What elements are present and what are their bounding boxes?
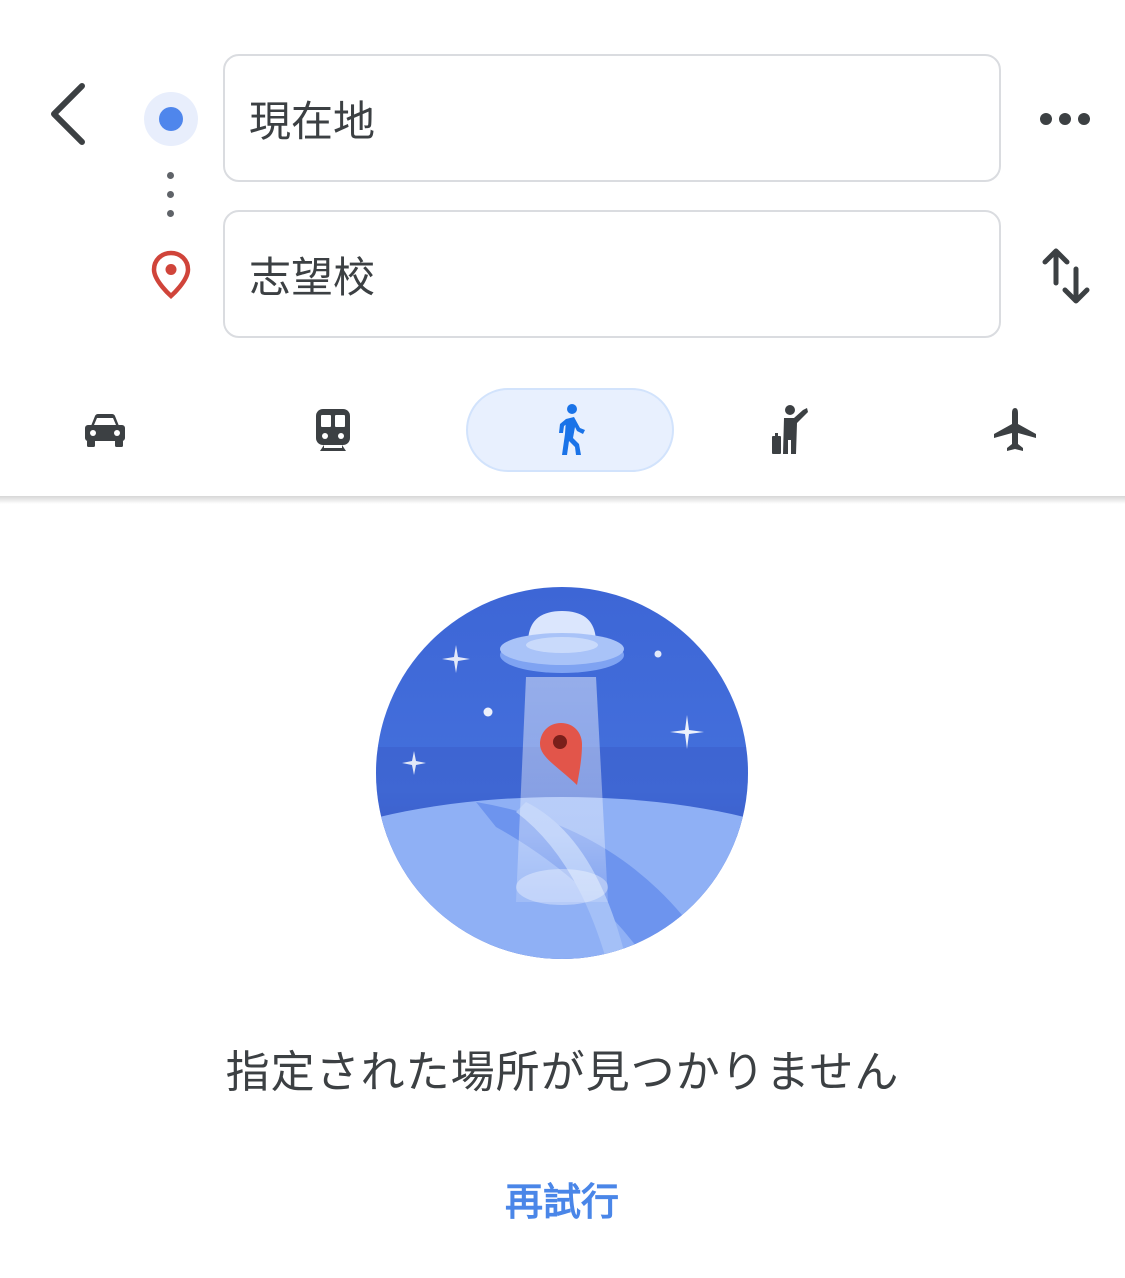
airplane-icon (994, 408, 1036, 451)
route-connector-dots (167, 172, 175, 220)
tab-flight[interactable] (970, 388, 1060, 472)
more-horiz-icon (1040, 113, 1090, 125)
destination-pin-icon (151, 250, 191, 300)
origin-input[interactable] (223, 54, 1001, 182)
back-button[interactable] (28, 74, 108, 154)
tab-ride-hail[interactable] (745, 388, 835, 472)
empty-state-message: 指定された場所が見つかりません (225, 1047, 900, 1098)
tab-walk[interactable] (466, 388, 674, 472)
directions-header (0, 0, 1125, 496)
chevron-left-icon (51, 83, 85, 145)
ride-hail-icon (772, 405, 808, 454)
tab-transit[interactable] (288, 388, 378, 472)
header-shadow (0, 496, 1125, 504)
car-icon (85, 414, 125, 447)
travel-mode-tabs (0, 388, 1125, 474)
walk-icon (559, 404, 585, 455)
swap-origin-destination-button[interactable] (1030, 236, 1102, 316)
ufo-abducting-pin-illustration (376, 587, 748, 959)
destination-input[interactable] (223, 210, 1001, 338)
retry-button[interactable]: 再試行 (462, 1170, 662, 1234)
tab-car[interactable] (60, 388, 150, 472)
train-icon (316, 409, 350, 451)
swap-vertical-icon (1042, 248, 1090, 304)
current-location-dot-icon (144, 92, 198, 146)
more-options-button[interactable] (1025, 84, 1105, 154)
